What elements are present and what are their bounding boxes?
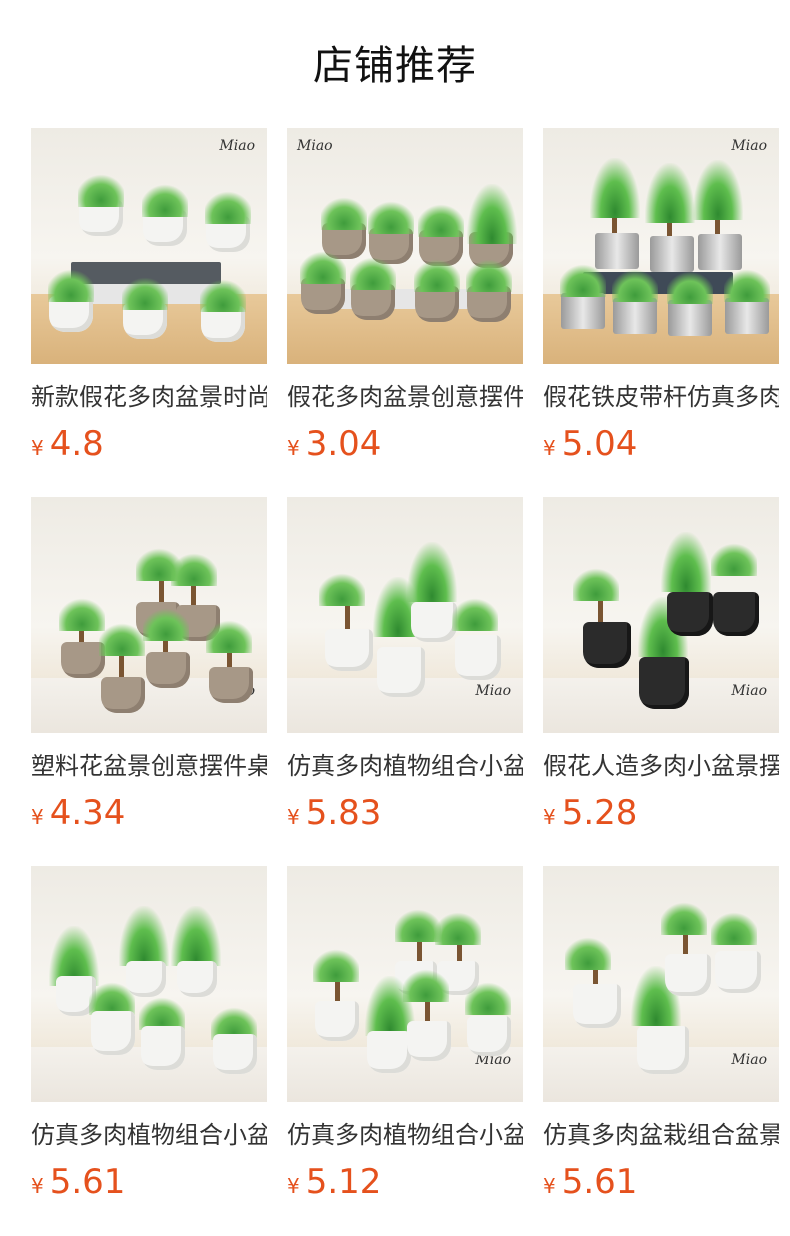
- price-value: 5.12: [305, 1162, 382, 1202]
- product-card[interactable]: Miao 仿真多肉盆栽组合盆景 ¥5.61: [543, 866, 779, 1235]
- page-title: 店铺推荐: [313, 43, 477, 89]
- currency-symbol: ¥: [543, 805, 556, 829]
- product-name[interactable]: 假花铁皮带杆仿真多肉: [543, 382, 779, 412]
- currency-symbol: ¥: [31, 436, 44, 460]
- currency-symbol: ¥: [287, 1174, 300, 1198]
- price-value: 5.83: [305, 793, 382, 833]
- currency-symbol: ¥: [287, 805, 300, 829]
- product-price: ¥5.83: [287, 793, 523, 833]
- brand-logo: Miao: [219, 138, 255, 154]
- product-card[interactable]: Miao 假花铁皮带杆仿真多肉 ¥5.04: [543, 128, 779, 497]
- product-price: ¥5.04: [543, 424, 779, 464]
- product-image[interactable]: Miao: [543, 866, 779, 1102]
- price-value: 4.8: [49, 424, 104, 464]
- product-image[interactable]: Miao: [287, 866, 523, 1102]
- product-price: ¥4.34: [31, 793, 267, 833]
- price-value: 5.61: [49, 1162, 126, 1202]
- product-card[interactable]: Miao 假花人造多肉小盆景摆 ¥5.28: [543, 497, 779, 866]
- currency-symbol: ¥: [31, 1174, 44, 1198]
- currency-symbol: ¥: [543, 436, 556, 460]
- product-name[interactable]: 仿真多肉植物组合小盆: [31, 1120, 267, 1150]
- product-name[interactable]: 仿真多肉植物组合小盆: [287, 751, 523, 781]
- product-image[interactable]: Miao: [287, 128, 523, 364]
- product-name[interactable]: 新款假花多肉盆景时尚: [31, 382, 267, 412]
- product-price: ¥3.04: [287, 424, 523, 464]
- product-price: ¥5.61: [543, 1162, 779, 1202]
- product-price: ¥4.8: [31, 424, 267, 464]
- price-value: 3.04: [305, 424, 382, 464]
- product-name[interactable]: 假花多肉盆景创意摆件: [287, 382, 523, 412]
- brand-logo: Miao: [297, 138, 333, 154]
- product-card[interactable]: Miao 塑料花盆景创意摆件桌 ¥4.34: [31, 497, 267, 866]
- product-card[interactable]: Miao 仿真多肉植物组合小盆 ¥5.61: [31, 866, 267, 1235]
- product-image[interactable]: Miao: [31, 866, 267, 1102]
- product-grid: Miao 新款假花多肉盆景时尚 ¥4.8 Miao 假花多肉盆景创意摆件 ¥ 3…: [31, 128, 779, 1235]
- brand-logo: Miao: [731, 1052, 767, 1068]
- product-price: ¥5.28: [543, 793, 779, 833]
- product-price: ¥5.12: [287, 1162, 523, 1202]
- product-image[interactable]: Miao: [31, 128, 267, 364]
- product-card[interactable]: Miao 仿真多肉植物组合小盆 ¥5.12: [287, 866, 523, 1235]
- product-name[interactable]: 仿真多肉盆栽组合盆景: [543, 1120, 779, 1150]
- product-card[interactable]: Miao 新款假花多肉盆景时尚 ¥4.8: [31, 128, 267, 497]
- price-value: 5.04: [561, 424, 638, 464]
- brand-logo: Miao: [475, 683, 511, 699]
- product-name[interactable]: 仿真多肉植物组合小盆: [287, 1120, 523, 1150]
- currency-symbol: ¥: [31, 805, 44, 829]
- product-name[interactable]: 塑料花盆景创意摆件桌: [31, 751, 267, 781]
- product-image[interactable]: Miao: [543, 128, 779, 364]
- product-card[interactable]: Miao 假花多肉盆景创意摆件 ¥3.04: [287, 128, 523, 497]
- product-image[interactable]: Miao: [31, 497, 267, 733]
- product-name[interactable]: 假花人造多肉小盆景摆: [543, 751, 779, 781]
- price-value: 4.34: [49, 793, 126, 833]
- brand-logo: Miao: [731, 683, 767, 699]
- price-value: 5.28: [561, 793, 638, 833]
- product-image[interactable]: Miao: [543, 497, 779, 733]
- product-card[interactable]: Miao 仿真多肉植物组合小盆 ¥5.83: [287, 497, 523, 866]
- currency-symbol: ¥: [287, 436, 300, 460]
- price-value: 5.61: [561, 1162, 638, 1202]
- brand-logo: Miao: [731, 138, 767, 154]
- product-image[interactable]: Miao: [287, 497, 523, 733]
- product-price: ¥5.61: [31, 1162, 267, 1202]
- currency-symbol: ¥: [543, 1174, 556, 1198]
